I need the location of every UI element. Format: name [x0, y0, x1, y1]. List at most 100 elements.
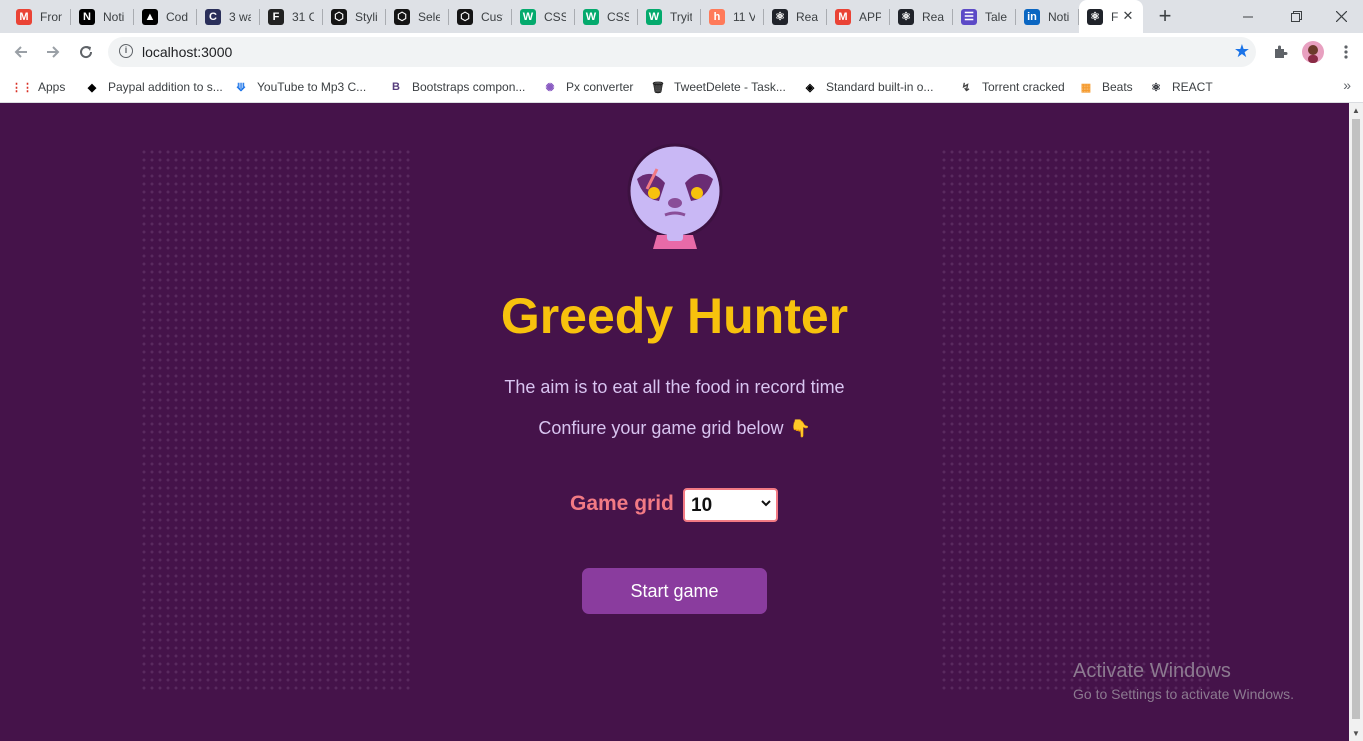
game-grid-value: 10: [691, 495, 713, 516]
scroll-up-arrow-icon[interactable]: ▲: [1352, 106, 1360, 115]
browser-tab[interactable]: ⬡ Sele: [386, 0, 449, 33]
bookmark-star-icon[interactable]: ★: [1234, 41, 1250, 62]
browser-tab[interactable]: ☰ Tale: [953, 0, 1016, 33]
browser-tab[interactable]: N Noti: [71, 0, 134, 33]
bookmark-item[interactable]: 🗑 TweetDelete - Task...: [650, 77, 786, 97]
bookmark-item[interactable]: ↯ Torrent cracked: [958, 77, 1065, 97]
browser-tab[interactable]: ⬡ Cust: [449, 0, 512, 33]
back-button[interactable]: [8, 39, 34, 65]
bookmarks-bar: » ⋮⋮ Apps ◆ Paypal addition to s... ⟱ YouTube…: [0, 71, 1363, 103]
arrow-right-icon: [47, 46, 60, 58]
bookmark-item[interactable]: ✺ Px converter: [542, 77, 633, 97]
bookmark-item[interactable]: ⚛ REACT: [1148, 77, 1213, 97]
codesandbox-icon: ⬡: [457, 8, 473, 25]
tabs: M Fron N Noti ▲ Cod C 3 wa F 31 C ⬡ Styli ⬡ Sele ⬡ Cust…: [8, 0, 1143, 33]
notion-icon: N: [79, 8, 95, 25]
browser-tab[interactable]: ⚛ Reac: [890, 0, 953, 33]
browser-tab[interactable]: W Tryit: [638, 0, 701, 33]
new-tab-button[interactable]: +: [1153, 5, 1177, 29]
game-grid-label: Game grid: [570, 492, 674, 515]
browser-tab[interactable]: h 11 V: [701, 0, 764, 33]
extensions-icon[interactable]: [1268, 40, 1292, 64]
w3schools-icon: W: [520, 8, 536, 25]
bookmark-item[interactable]: ◈ Standard built-in o...: [802, 77, 934, 97]
bookmark-label: Apps: [38, 80, 66, 94]
close-icon: [1335, 11, 1347, 22]
browser-tab[interactable]: W CSS: [575, 0, 638, 33]
browser-tab[interactable]: ▲ Cod: [134, 0, 197, 33]
profile-avatar[interactable]: [1301, 40, 1325, 64]
bookmark-item[interactable]: ◆ Paypal addition to s...: [84, 77, 223, 97]
bookmark-label: Bootstraps compon...: [412, 80, 526, 94]
bookmark-label: Paypal addition to s...: [108, 80, 223, 94]
bookmark-item[interactable]: ▦ Beats: [1078, 77, 1133, 97]
grid-instructions-text: Confiure your game grid below: [538, 418, 784, 438]
restore-button[interactable]: [1273, 0, 1319, 33]
site-info-icon[interactable]: i: [119, 44, 133, 58]
vertical-scrollbar[interactable]: ▲ ▼: [1349, 103, 1363, 741]
tab-title: Cust: [481, 9, 503, 24]
scroll-thumb[interactable]: [1352, 119, 1360, 719]
tab-title: CSS: [544, 9, 566, 24]
browser-toolbar: i localhost:3000 ★: [0, 33, 1363, 71]
game-description: The aim is to eat all the food in record…: [504, 377, 845, 397]
browser-tab[interactable]: ⚛ Reac: [764, 0, 827, 33]
page-title: Greedy Hunter: [500, 288, 849, 344]
hunter-logo-icon: [627, 143, 723, 249]
bookmark-item[interactable]: ⟱ YouTube to Mp3 C...: [233, 77, 366, 97]
bookmark-label: Px converter: [566, 80, 634, 94]
minimize-button[interactable]: [1225, 0, 1271, 33]
chevron-down-icon: [761, 500, 771, 507]
gmail-icon: M: [16, 8, 32, 25]
list-icon: ☰: [961, 8, 977, 25]
restore-icon: [1290, 11, 1302, 22]
bookmark-item[interactable]: B Bootstraps compon...: [388, 77, 525, 97]
close-window-button[interactable]: [1318, 0, 1363, 33]
torrent-icon: ↯: [961, 81, 971, 94]
start-game-button[interactable]: Start game: [582, 568, 767, 614]
browser-tab[interactable]: F 31 C: [260, 0, 323, 33]
bookmarks-overflow-icon[interactable]: »: [1343, 77, 1351, 93]
mdn-icon: ◈: [805, 81, 815, 94]
triangle-icon: ▲: [142, 8, 158, 25]
f-icon: F: [268, 8, 284, 25]
tab-title: CSS: [607, 9, 629, 24]
address-bar[interactable]: i localhost:3000 ★: [108, 37, 1256, 67]
scroll-down-arrow-icon[interactable]: ▼: [1352, 729, 1360, 738]
browser-tab[interactable]: ⬡ Styli: [323, 0, 386, 33]
browser-tab[interactable]: M Fron: [8, 0, 71, 33]
tab-title: Reac: [796, 9, 818, 24]
tab-title: Fron: [40, 9, 62, 24]
browser-tab[interactable]: in Noti: [1016, 0, 1079, 33]
menu-dots-icon[interactable]: [1334, 40, 1358, 64]
bookmark-label: TweetDelete - Task...: [674, 80, 786, 94]
game-grid-select[interactable]: 10: [683, 488, 778, 522]
tab-active[interactable]: ⚛ F ✕: [1079, 0, 1143, 33]
pointing-down-icon: 👇: [789, 419, 811, 438]
activate-windows-subtitle: Go to Settings to activate Windows.: [1073, 686, 1294, 702]
bookmark-label: Standard built-in o...: [826, 80, 934, 94]
w3schools-icon: W: [583, 8, 599, 25]
tab-title: Reac: [922, 9, 944, 24]
browser-tab[interactable]: M APP: [827, 0, 890, 33]
tab-title: 11 V: [733, 9, 755, 24]
react-icon: ⚛: [1151, 81, 1161, 94]
bootstrap-icon: B: [392, 81, 400, 93]
grid-instructions: Confiure your game grid below 👇: [0, 418, 1349, 439]
beats-icon: ▦: [1080, 81, 1092, 94]
apps-grid-icon: ⋮⋮: [11, 81, 33, 94]
browser-tab[interactable]: C 3 wa: [197, 0, 260, 33]
arrow-left-icon: [14, 46, 27, 58]
address-url[interactable]: localhost:3000: [142, 44, 232, 60]
reload-button[interactable]: [73, 39, 99, 65]
download-icon: ⟱: [236, 81, 246, 94]
bookmark-item[interactable]: ⋮⋮ Apps: [11, 77, 66, 97]
codesandbox-icon: ⬡: [394, 8, 410, 25]
bookmark-label: Torrent cracked: [982, 80, 1065, 94]
react-icon: ⚛: [1087, 8, 1103, 25]
tab-close-icon[interactable]: ✕: [1121, 9, 1135, 23]
game-page: Greedy Hunter The aim is to eat all the …: [0, 103, 1349, 741]
forward-button[interactable]: [40, 39, 66, 65]
reload-icon: [80, 46, 93, 59]
browser-tab[interactable]: W CSS: [512, 0, 575, 33]
